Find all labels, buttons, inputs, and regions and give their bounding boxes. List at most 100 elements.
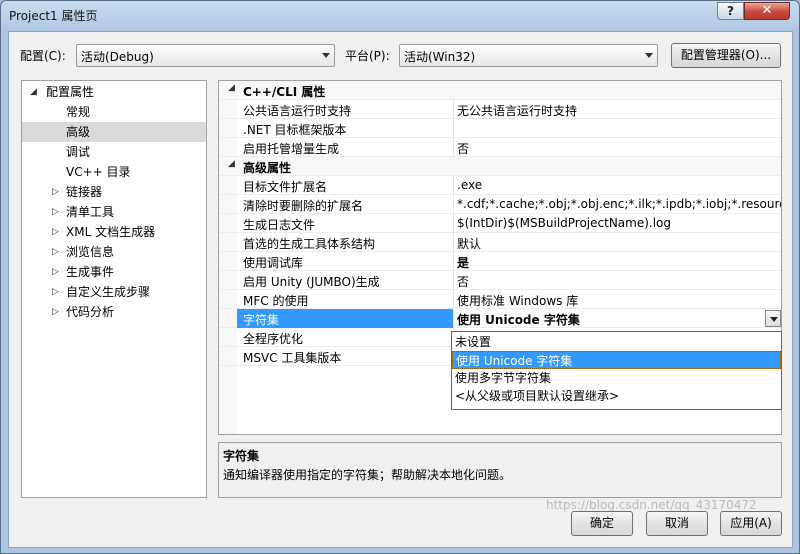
platform-combobox[interactable]: 活动(Win32)	[399, 44, 658, 67]
column-divider	[453, 176, 454, 195]
tree-item-label: 调试	[66, 145, 91, 159]
column-divider	[453, 119, 454, 138]
property-value[interactable]: $(IntDir)$(MSBuildProjectName).log	[457, 216, 671, 230]
dialog-client-area: 配置(C): 活动(Debug) 平台(P): 活动(Win32) 配置管理器(…	[8, 31, 793, 548]
chevron-down-icon	[645, 53, 653, 58]
tree-item-advanced[interactable]: 高级	[22, 122, 206, 142]
grid-category-advanced-properties[interactable]: ◢ 高级属性	[219, 157, 781, 176]
grid-row-target-file-extension[interactable]: 目标文件扩展名 .exe	[219, 176, 781, 195]
tree-item-manifest-tool[interactable]: ▷ 清单工具	[22, 202, 206, 222]
close-button[interactable]: ✕	[744, 2, 790, 20]
apply-button[interactable]: 应用(A)	[720, 511, 782, 536]
tree-item-label: 代码分析	[66, 305, 115, 319]
chevron-down-icon	[770, 317, 778, 322]
dropdown-option-unicode[interactable]: 使用 Unicode 字符集	[452, 351, 781, 369]
chevron-down-icon	[322, 53, 330, 58]
tree-item-label: 常规	[66, 105, 91, 119]
collapse-triangle-icon[interactable]: ◢	[228, 159, 235, 169]
expand-triangle-icon[interactable]: ▷	[52, 222, 59, 242]
tree-item-general[interactable]: 常规	[22, 102, 206, 122]
property-name: 生成日志文件	[243, 218, 316, 232]
grid-row-preferred-tool-architecture[interactable]: 首选的生成工具体系结构 默认	[219, 233, 781, 252]
description-panel: 字符集 通知编译器使用指定的字符集；帮助解决本地化问题。	[218, 442, 782, 498]
description-text: 通知编译器使用指定的字符集；帮助解决本地化问题。	[223, 468, 512, 482]
expand-triangle-icon[interactable]: ▷	[52, 282, 59, 302]
grid-row-managed-incremental-build[interactable]: 启用托管增量生成 否	[219, 138, 781, 157]
column-divider	[453, 233, 454, 252]
help-button[interactable]: ?	[717, 2, 744, 20]
tree-item-code-analysis[interactable]: ▷ 代码分析	[22, 302, 206, 322]
tree-item-label: 浏览信息	[66, 245, 115, 259]
expand-triangle-icon[interactable]: ▷	[52, 242, 59, 262]
cancel-button[interactable]: 取消	[646, 511, 708, 536]
property-value[interactable]: .exe	[457, 178, 482, 192]
config-manager-button[interactable]: 配置管理器(O)...	[671, 43, 781, 68]
tree-item-linker[interactable]: ▷ 链接器	[22, 182, 206, 202]
property-name: MSVC 工具集版本	[243, 351, 342, 365]
title-bar[interactable]: Project1 属性页 ? ✕	[1, 1, 799, 31]
value-dropdown-button[interactable]	[765, 310, 781, 327]
dropdown-option-multibyte[interactable]: 使用多字节字符集	[452, 369, 781, 387]
tree-item-build-events[interactable]: ▷ 生成事件	[22, 262, 206, 282]
column-divider	[453, 271, 454, 290]
tree-item-browse-information[interactable]: ▷ 浏览信息	[22, 242, 206, 262]
property-value[interactable]: 默认	[457, 235, 481, 252]
expand-triangle-icon[interactable]: ▷	[52, 182, 59, 202]
expand-triangle-icon[interactable]: ▷	[52, 302, 59, 322]
tree-item-custom-build-step[interactable]: ▷ 自定义生成步骤	[22, 282, 206, 302]
config-combobox[interactable]: 活动(Debug)	[76, 44, 335, 67]
grid-row-extensions-to-delete[interactable]: 清除时要删除的扩展名 *.cdf;*.cache;*.obj;*.obj.enc…	[219, 195, 781, 214]
grid-row-use-debug-libraries[interactable]: 使用调试库 是	[219, 252, 781, 271]
column-divider	[453, 290, 454, 309]
column-divider	[453, 138, 454, 157]
grid-row-character-set[interactable]: 字符集 使用 Unicode 字符集	[219, 309, 781, 328]
grid-row-clr-support[interactable]: 公共语言运行时支持 无公共语言运行时支持	[219, 100, 781, 119]
column-divider	[453, 195, 454, 214]
platform-label: 平台(P):	[345, 49, 390, 63]
tree-item-vc-directories[interactable]: VC++ 目录	[22, 162, 206, 182]
expand-triangle-icon[interactable]: ▷	[52, 202, 59, 222]
tree-item-label: XML 文档生成器	[66, 225, 156, 239]
property-value[interactable]: 使用 Unicode 字符集	[457, 311, 580, 328]
tree-root-config-properties[interactable]: ◢ 配置属性	[22, 82, 206, 102]
tree-item-label: 生成事件	[66, 265, 115, 279]
grid-row-unity-jumbo-build[interactable]: 启用 Unity (JUMBO)生成 否	[219, 271, 781, 290]
dropdown-option-not-set[interactable]: 未设置	[452, 333, 781, 351]
collapse-triangle-icon[interactable]: ◢	[30, 82, 37, 102]
property-value[interactable]: 否	[457, 140, 469, 157]
property-name: MFC 的使用	[243, 294, 309, 308]
property-name: 使用调试库	[243, 256, 304, 270]
collapse-triangle-icon[interactable]: ◢	[228, 83, 235, 93]
tree-item-label: 清单工具	[66, 205, 115, 219]
property-value[interactable]: 无公共语言运行时支持	[457, 102, 577, 119]
description-title: 字符集	[223, 449, 260, 463]
grid-row-net-target-framework[interactable]: .NET 目标框架版本	[219, 119, 781, 138]
expand-triangle-icon[interactable]: ▷	[52, 262, 59, 282]
tree-item-debugging[interactable]: 调试	[22, 142, 206, 162]
ok-button[interactable]: 确定	[571, 511, 633, 536]
grid-category-cpp-cli[interactable]: ◢ C++/CLI 属性	[219, 81, 781, 100]
property-value[interactable]: 否	[457, 273, 469, 290]
property-value[interactable]: 使用标准 Windows 库	[457, 292, 578, 309]
config-value: 活动(Debug)	[81, 50, 154, 64]
dropdown-option-inherit[interactable]: <从父级或项目默认设置继承>	[452, 387, 781, 405]
config-label: 配置(C):	[20, 49, 66, 63]
property-name: 字符集	[243, 313, 280, 327]
column-divider	[453, 252, 454, 271]
tree-item-xml-doc-generator[interactable]: ▷ XML 文档生成器	[22, 222, 206, 242]
grid-row-build-log-file[interactable]: 生成日志文件 $(IntDir)$(MSBuildProjectName).lo…	[219, 214, 781, 233]
property-value[interactable]: *.cdf;*.cache;*.obj;*.obj.enc;*.ilk;*.ip…	[457, 197, 781, 211]
grid-row-use-of-mfc[interactable]: MFC 的使用 使用标准 Windows 库	[219, 290, 781, 309]
property-value[interactable]: 是	[457, 254, 469, 271]
property-name: 公共语言运行时支持	[243, 104, 352, 118]
tree-item-label: 链接器	[66, 185, 103, 199]
column-divider	[453, 100, 454, 119]
character-set-dropdown-list[interactable]: 未设置 使用 Unicode 字符集 使用多字节字符集 <从父级或项目默认设置继…	[451, 331, 782, 410]
property-name: 首选的生成工具体系结构	[243, 237, 376, 251]
platform-value: 活动(Win32)	[404, 50, 476, 64]
tree-item-label: 高级	[66, 125, 91, 139]
watermark-text: https://blog.csdn.net/qq_43170472	[546, 498, 757, 512]
property-name: 启用托管增量生成	[243, 142, 340, 156]
property-tree[interactable]: ◢ 配置属性 常规 高级 调试 VC++ 目录 ▷ 链接器 ▷ 清单工具 ▷ X…	[21, 80, 207, 498]
column-divider	[453, 214, 454, 233]
